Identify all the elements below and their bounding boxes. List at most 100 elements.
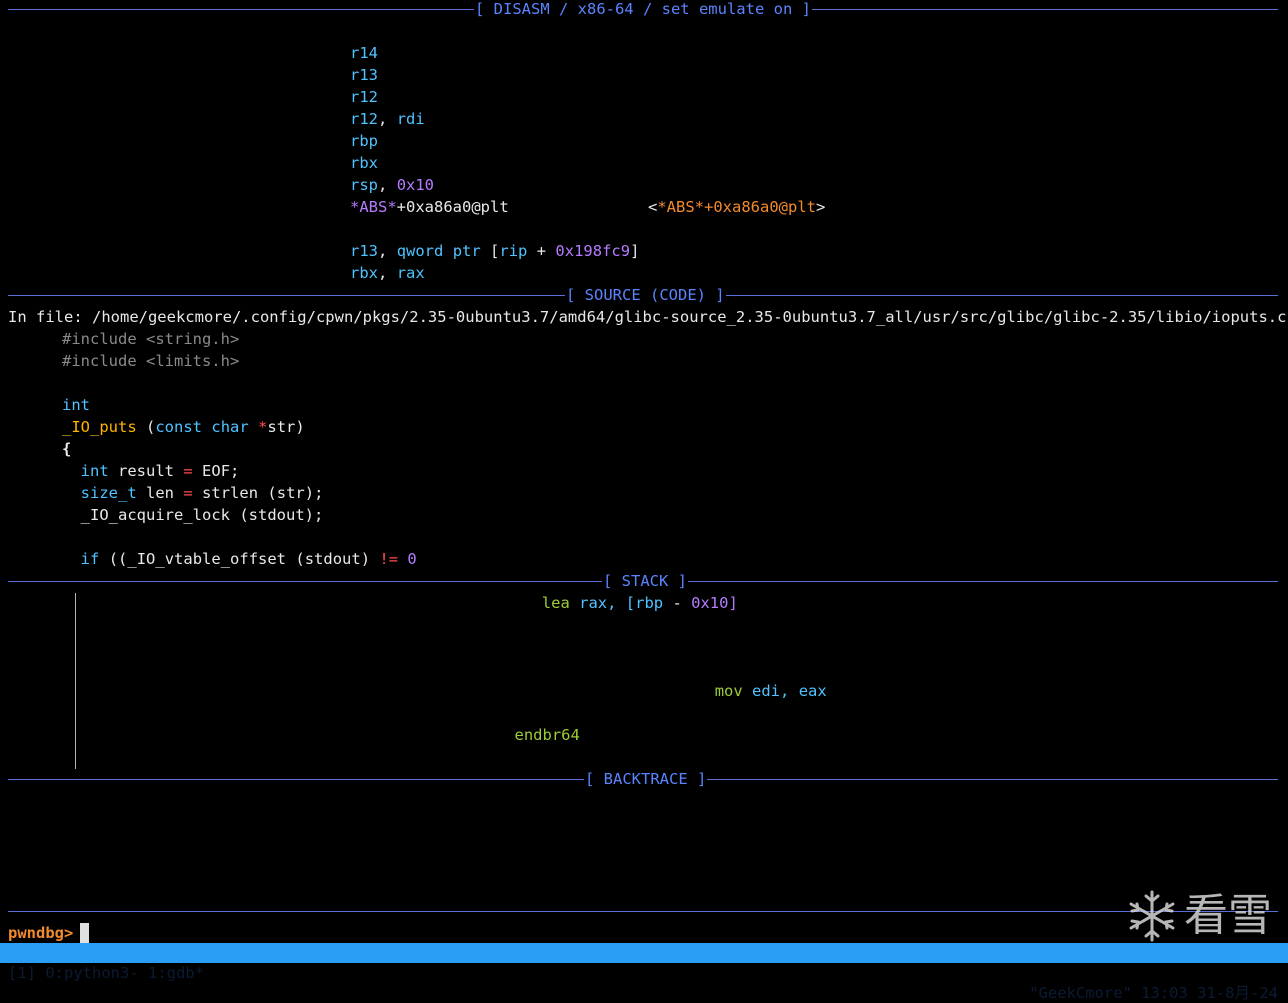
stack-entry [0, 746, 1288, 768]
source-line: _IO_puts (const char *str) [0, 416, 1288, 438]
annotation-token: rax, [569, 594, 617, 612]
call-target-symbol: *ABS*+0xa86a0@plt [657, 198, 816, 216]
stack-entry [0, 658, 1288, 680]
code-token: int [80, 462, 109, 480]
source-line: #include <limits.h> [0, 350, 1288, 372]
operand-token: [ [490, 242, 500, 260]
code-token: ( [267, 484, 277, 502]
operand-token: *ABS* [350, 198, 397, 216]
disasm-line: rbp [0, 130, 1288, 152]
disasm-line: r12, rdi [0, 108, 1288, 130]
source-code: size_t len = strlen (str); [62, 482, 324, 504]
operand-token: + [536, 242, 547, 260]
source-code: int [62, 394, 90, 416]
source-line [0, 372, 1288, 394]
source-line [0, 526, 1288, 548]
backtrace-section-title: [ BACKTRACE ] [584, 768, 708, 790]
source-code: int result = EOF; [62, 460, 240, 482]
code-token: stdout [304, 550, 361, 568]
source-line: size_t len = strlen (str); [0, 482, 1288, 504]
annotation-token: edi, [742, 682, 790, 700]
source-line: _IO_acquire_lock (stdout); [0, 504, 1288, 526]
operand-token: 0x10 [396, 176, 435, 194]
operand-token: r12 [350, 110, 378, 128]
code-token: size_t [80, 484, 137, 502]
code-token: result [118, 462, 175, 480]
operand-token: r13 [350, 242, 378, 260]
stack-entry: endbr64 [0, 724, 1288, 746]
code-token: str [276, 484, 305, 502]
annotation-token: 0x10] [681, 594, 738, 612]
code-token: ( [239, 506, 249, 524]
annotation-token: - [663, 594, 682, 612]
operand-token: rbp [350, 132, 378, 150]
operand-token [387, 110, 396, 128]
watermark: 看雪 [1124, 886, 1274, 946]
source-line: if ((_IO_vtable_offset (stdout) != 0 [0, 548, 1288, 570]
code-token: ( [108, 550, 119, 568]
stack-entry [0, 702, 1288, 724]
operand-token: 0xa86a0@plt [406, 198, 509, 216]
source-line: #include <string.h> [0, 328, 1288, 350]
backtrace-separator: [ BACKTRACE ] [8, 768, 1278, 790]
tmux-status-right: "GeekCmore" 13:03 31-8月-24 [1029, 984, 1278, 1002]
operand-token: ] [630, 242, 640, 260]
code-token: ; [314, 484, 324, 502]
instruction-operands: rsp, 0x10 [350, 174, 434, 196]
code-token: if [80, 550, 100, 568]
code-token: ) [360, 550, 371, 568]
disasm-separator: [ DISASM / x86-64 / set emulate on ] [8, 0, 1278, 20]
tmux-window-list[interactable]: [1] 0:python3- 1:gdb* [8, 963, 204, 983]
disasm-line: r14 [0, 42, 1288, 64]
code-token: int [62, 396, 90, 414]
stack-separator: [ STACK ] [8, 570, 1278, 592]
code-token: stdout [248, 506, 305, 524]
stack-entry [0, 636, 1288, 658]
operand-token: ptr [452, 242, 481, 260]
source-code: if ((_IO_vtable_offset (stdout) != 0 [62, 548, 417, 570]
operand-token: r13 [350, 66, 378, 84]
instruction-operands: r13, qword ptr [rip + 0x198fc9] [350, 240, 639, 262]
code-token: char [211, 418, 249, 436]
code-token: ( [295, 550, 305, 568]
annotation-token: lea [541, 594, 570, 612]
backtrace-frame [0, 878, 1288, 900]
operand-token [527, 242, 536, 260]
stack-section-title: [ STACK ] [602, 570, 688, 592]
operand-token: rax [396, 264, 425, 282]
disasm-section-title: [ DISASM / x86-64 / set emulate on ] [474, 0, 812, 20]
instruction-operands: r12 [350, 86, 378, 108]
code-token: _IO_vtable_offset [127, 550, 287, 568]
source-section-title: [ SOURCE (CODE) ] [565, 284, 726, 306]
operand-token [443, 242, 452, 260]
disasm-line: r13 [0, 64, 1288, 86]
code-token: str [267, 418, 296, 436]
source-code: _IO_acquire_lock (stdout); [62, 504, 324, 526]
instruction-operands: rbp [350, 130, 378, 152]
code-token: = [183, 462, 193, 480]
operand-token [481, 242, 490, 260]
code-token: _IO_puts [62, 418, 137, 436]
watermark-text: 看雪 [1184, 890, 1272, 941]
annotation-token: [rbp [616, 594, 664, 612]
stack-annotation: lea rax, [rbp - 0x10] [542, 592, 738, 614]
instruction-operands: r14 [350, 42, 378, 64]
disasm-line: rsp, 0x10 [0, 174, 1288, 196]
terminal-cursor[interactable] [80, 923, 89, 943]
stack-annotation: endbr64 [515, 724, 580, 746]
stack-entry: lea rax, [rbp - 0x10] [0, 592, 1288, 614]
disasm-line: rbx, rax [0, 262, 1288, 284]
